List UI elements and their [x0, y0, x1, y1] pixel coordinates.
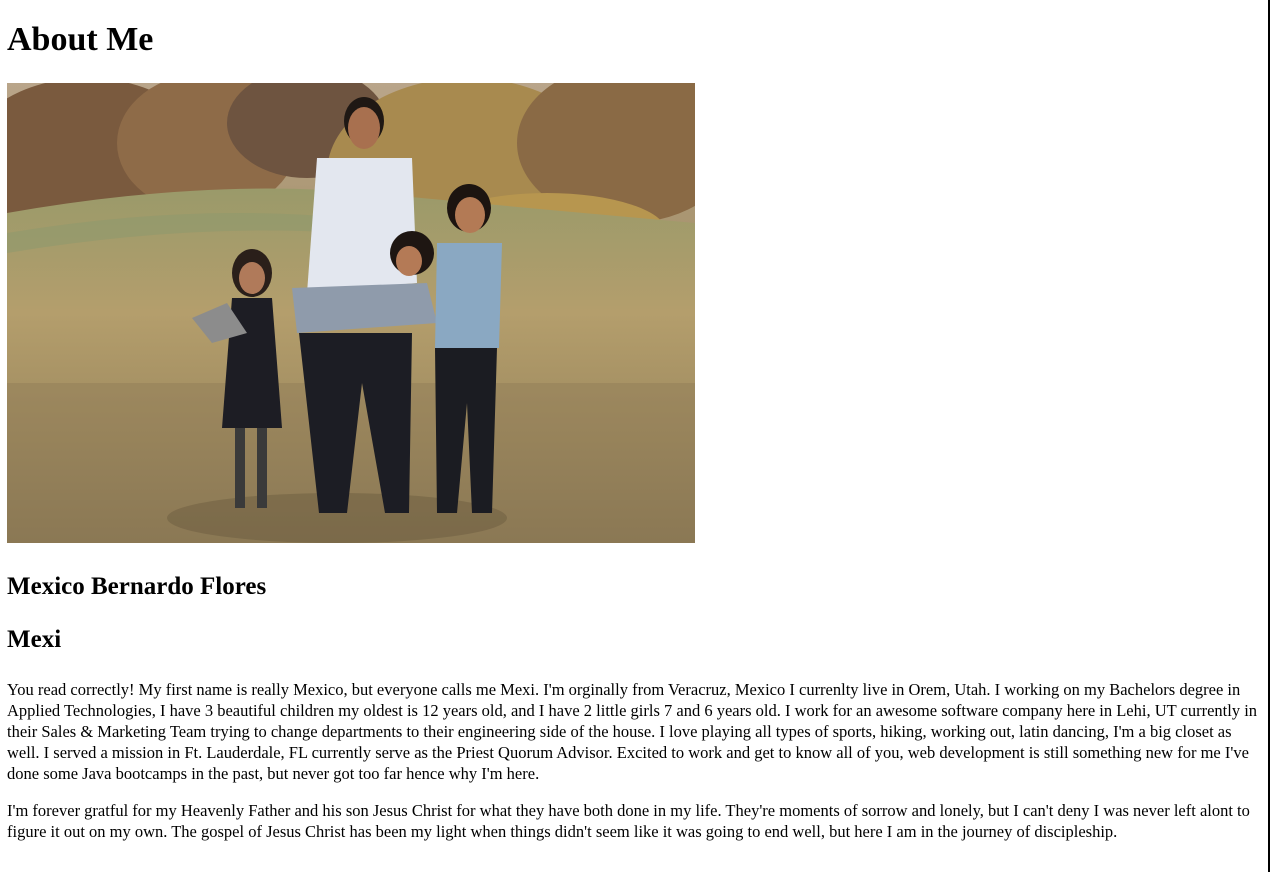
- about-page: About Me Mexico Bernardo Flores Mexi You…: [0, 0, 1270, 872]
- page-title: About Me: [7, 21, 154, 58]
- window-edge: [1268, 0, 1270, 872]
- faith-paragraph: I'm forever gratful for my Heavenly Fath…: [7, 801, 1250, 841]
- bio-paragraph: You read correctly! My first name is rea…: [7, 680, 1258, 783]
- nickname-heading: Mexi: [7, 626, 62, 653]
- full-name-heading: Mexico Bernardo Flores: [7, 573, 267, 600]
- family-photo: [7, 83, 695, 543]
